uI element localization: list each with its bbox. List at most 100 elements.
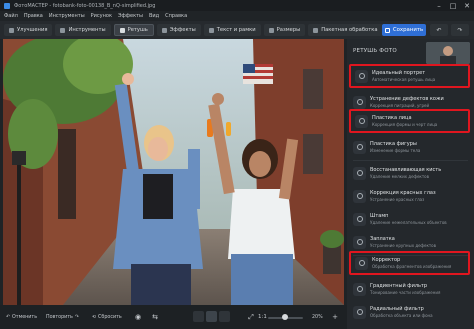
tool-body-plastic[interactable]: Пластика фигуры Изменение формы тела [349, 135, 470, 159]
zoom-value: 20% [312, 314, 323, 320]
retouch-icon [119, 27, 125, 33]
panel-title: РЕТУШЬ ФОТО [353, 48, 397, 54]
undo-label: Отменить [12, 314, 38, 320]
tool-name: Идеальный портрет [372, 70, 426, 76]
tool-name: Пластика лица [372, 115, 412, 121]
tool-desc: Изменение формы тела [370, 148, 421, 153]
tab-enhance[interactable]: Улучшения [4, 24, 53, 36]
view-compare-button[interactable] [206, 311, 217, 322]
effects-icon [161, 27, 167, 33]
enhance-icon [9, 27, 14, 33]
tool-desc: Коррекция пиграций, угрей [370, 103, 430, 108]
brush-icon [353, 166, 366, 180]
view-single-button[interactable] [193, 311, 204, 322]
tab-label: Эффекты [169, 27, 196, 33]
reset-label: Сбросить [98, 314, 122, 320]
save-icon [384, 27, 390, 33]
preview-eye-icon[interactable]: ◉ [133, 312, 143, 322]
panel-thumbnail [426, 42, 470, 64]
thumbnail-image [426, 42, 470, 64]
resize-icon [268, 27, 274, 33]
tool-red-eye[interactable]: Коррекция красных глаз Устранение красных… [349, 184, 470, 208]
tool-name: Корректор [372, 257, 401, 263]
menu-tools[interactable]: Инструменты [49, 13, 85, 19]
minimize-button[interactable]: – [432, 0, 446, 11]
tools-icon [60, 27, 66, 33]
undo-icon: ↶ [6, 314, 11, 320]
skin-icon [353, 95, 366, 109]
reset-icon: ⟲ [92, 314, 97, 320]
tool-face-plastic[interactable]: Пластика лица Коррекция формы и черт лица [349, 109, 470, 133]
tab-tools[interactable]: Инструменты [55, 24, 111, 36]
window-title: ФотоМАСТЕР - fotobank-foto-00138_B_nQ-si… [14, 2, 156, 9]
face-icon [355, 114, 368, 128]
tab-retouch[interactable]: Ретушь [113, 24, 154, 36]
tab-label: Улучшения [17, 27, 48, 33]
menu-effects[interactable]: Эффекты [118, 13, 143, 19]
tool-name: Штамп [370, 213, 389, 219]
tool-name: Устранение дефектов кожи [370, 96, 444, 102]
tool-name: Градиентный фильтр [370, 283, 428, 289]
redo-action-button[interactable]: Повторить ↷ [46, 312, 79, 322]
batch-icon [313, 27, 319, 33]
menu-image[interactable]: Рисунок [91, 13, 112, 19]
zoom-out-icon[interactable] [264, 305, 274, 315]
reset-button[interactable]: ⟲ Сбросить [92, 312, 122, 322]
tab-label: Ретушь [127, 27, 148, 33]
redo-button[interactable]: ↷ [451, 24, 469, 36]
photo-canvas[interactable] [3, 39, 344, 305]
radial-icon [353, 305, 366, 319]
tool-gradient-filter[interactable]: Градиентный фильтр Тонирование части изоб… [349, 277, 470, 301]
menu-bar: Файл Правка Инструменты Рисунок Эффекты … [0, 11, 474, 21]
tool-desc: Устранение красных глаз [370, 197, 425, 202]
tab-resize[interactable]: Размеры [263, 24, 306, 36]
eye-icon [353, 189, 366, 203]
undo-action-button[interactable]: ↶ Отменить [6, 312, 37, 322]
maximize-button[interactable]: □ [446, 0, 460, 11]
tab-text-frames[interactable]: Текст и рамки [203, 24, 261, 36]
fit-screen-icon[interactable]: ⤢ [246, 312, 256, 322]
undo-button[interactable]: ↶ [430, 24, 448, 36]
tool-desc: Обработка фрагментов изображения [372, 264, 452, 269]
menu-file[interactable]: Файл [4, 13, 18, 19]
tool-name: Пластика фигуры [370, 141, 417, 147]
patch-icon [353, 235, 366, 249]
tool-desc: Обработка объекта или фона [370, 313, 433, 318]
tab-label: Текст и рамки [216, 27, 256, 33]
tool-desc: Автоматическая ретушь лица [372, 77, 436, 82]
tab-effects[interactable]: Эффекты [156, 24, 201, 36]
menu-view[interactable]: Вид [149, 13, 159, 19]
tab-label: Размеры [276, 27, 301, 33]
tool-ideal-portrait[interactable]: Идеальный портрет Автоматическая ретушь л… [349, 64, 470, 88]
text-icon [208, 27, 214, 33]
redo-label: Повторить [46, 314, 73, 320]
street-photo [3, 39, 344, 305]
tool-radial-filter[interactable]: Радиальный фильтр Обработка объекта или ф… [349, 300, 470, 324]
menu-edit[interactable]: Правка [24, 13, 43, 19]
app-logo-icon [4, 2, 10, 9]
tool-corrector[interactable]: Корректор Обработка фрагментов изображени… [349, 251, 470, 275]
panel-header: РЕТУШЬ ФОТО [347, 39, 474, 64]
tool-name: Коррекция красных глаз [370, 190, 436, 196]
body-icon [353, 140, 366, 154]
tab-label: Пакетная обработка [321, 27, 378, 33]
save-button[interactable]: Сохранить [382, 24, 426, 36]
retouch-panel: РЕТУШЬ ФОТО Идеальный портрет Автоматичес… [347, 39, 474, 329]
corrector-icon [355, 256, 368, 270]
compare-split-icon[interactable]: ⇆ [150, 312, 160, 322]
tool-healing-brush[interactable]: Восстанавливающая кисть Удаление мелких д… [349, 161, 470, 185]
stamp-icon [353, 212, 366, 226]
redo-icon: ↷ [74, 314, 79, 320]
view-split-button[interactable] [219, 311, 230, 322]
menu-help[interactable]: Справка [165, 13, 187, 19]
gradient-icon [353, 282, 366, 296]
close-button[interactable]: ✕ [460, 0, 474, 11]
tab-batch[interactable]: Пакетная обработка [308, 24, 383, 36]
zoom-in-icon[interactable]: + [330, 312, 340, 322]
tool-desc: Устранение крупных дефектов [370, 243, 436, 248]
tool-desc: Удаление нежелательных объектов [370, 220, 447, 225]
tool-desc: Тонирование части изображения [370, 290, 441, 295]
tab-label: Инструменты [68, 27, 106, 33]
tool-stamp[interactable]: Штамп Удаление нежелательных объектов [349, 207, 470, 231]
zoom-slider-handle[interactable] [282, 314, 288, 320]
